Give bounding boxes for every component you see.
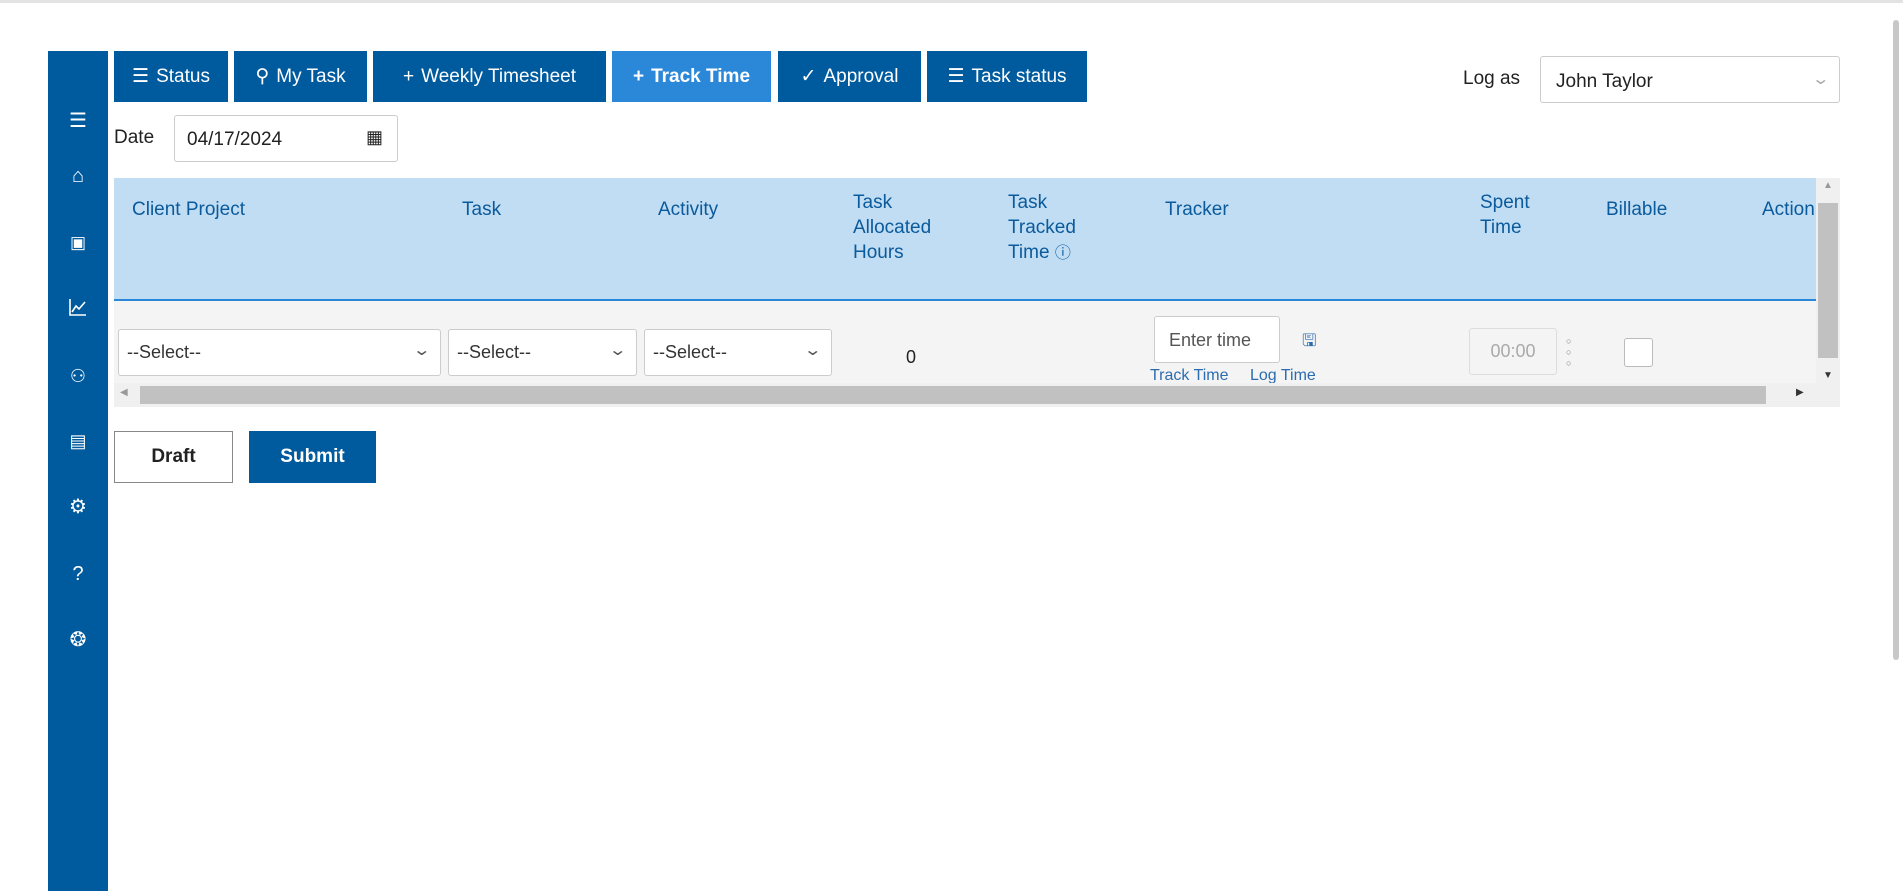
calendar-icon[interactable]: ▦ bbox=[366, 127, 383, 148]
approval-button[interactable]: ✓ Approval bbox=[778, 51, 921, 102]
checklist-icon: ☰ bbox=[947, 66, 965, 87]
billing-icon[interactable]: ❂ bbox=[48, 628, 108, 652]
submit-button[interactable]: Submit bbox=[249, 431, 376, 483]
log-as-select[interactable]: John Taylor ⌄ bbox=[1540, 56, 1840, 103]
info-icon[interactable]: ⓘ bbox=[1055, 245, 1071, 262]
spent-time-input[interactable]: 00:00 bbox=[1469, 328, 1557, 375]
header-task: Task bbox=[462, 199, 502, 220]
weekly-timesheet-button[interactable]: + Weekly Timesheet bbox=[373, 51, 606, 102]
gear-icon[interactable]: ⚙ bbox=[48, 495, 108, 519]
task-select[interactable]: --Select-- ⌄ bbox=[448, 329, 637, 376]
status-button[interactable]: ☰ Status bbox=[114, 51, 228, 102]
track-time-tab[interactable]: + Track Time bbox=[612, 51, 771, 102]
person-icon: ⚲ bbox=[255, 66, 270, 87]
activity-select[interactable]: --Select-- ⌄ bbox=[644, 329, 832, 376]
report-icon[interactable]: ▤ bbox=[48, 429, 108, 453]
header-spent-time: Spent Time bbox=[1480, 192, 1530, 238]
top-border bbox=[0, 0, 1903, 3]
chevron-down-icon: ⌄ bbox=[411, 342, 431, 359]
chevron-down-icon: ⌄ bbox=[607, 342, 627, 359]
help-icon[interactable]: ? bbox=[48, 562, 108, 586]
page-scrollbar[interactable] bbox=[1893, 20, 1899, 660]
table-header: Client Project Task Activity Task Allocat… bbox=[114, 178, 1816, 301]
log-as-label: Log as bbox=[1463, 68, 1521, 89]
vertical-scrollbar[interactable]: ▲ ▼ bbox=[1816, 178, 1840, 383]
header-activity: Activity bbox=[658, 199, 719, 220]
date-input[interactable]: 04/17/2024 ▦ bbox=[174, 115, 398, 162]
user-settings-icon[interactable]: ⚇ bbox=[48, 364, 108, 388]
header-action: Action bbox=[1762, 199, 1815, 220]
home-icon[interactable]: ⌂ bbox=[48, 164, 108, 188]
draft-button[interactable]: Draft bbox=[114, 431, 233, 483]
more-options-icon[interactable]: ○ ○ ○ bbox=[1566, 336, 1574, 369]
header-billable: Billable bbox=[1606, 199, 1668, 220]
header-tracker: Tracker bbox=[1165, 199, 1229, 220]
billable-checkbox[interactable] bbox=[1624, 338, 1653, 367]
chevron-down-icon: ⌄ bbox=[1810, 71, 1830, 88]
date-label: Date bbox=[114, 127, 155, 148]
chevron-down-icon: ⌄ bbox=[802, 342, 822, 359]
header-tracked-time: Task Tracked Time ⓘ bbox=[1008, 192, 1076, 263]
allocated-hours-value: 0 bbox=[906, 347, 917, 367]
client-project-select[interactable]: --Select-- ⌄ bbox=[118, 329, 441, 376]
check-icon: ✓ bbox=[800, 66, 817, 87]
task-status-button[interactable]: ☰ Task status bbox=[927, 51, 1087, 102]
menu-icon[interactable]: ☰ bbox=[48, 109, 108, 133]
my-task-button[interactable]: ⚲ My Task bbox=[234, 51, 367, 102]
timesheet-icon[interactable]: ▣ bbox=[48, 231, 108, 255]
header-client-project: Client Project bbox=[132, 199, 245, 220]
plus-icon: + bbox=[403, 65, 415, 87]
chart-icon[interactable] bbox=[48, 297, 108, 323]
save-icon[interactable]: 🖫 bbox=[1302, 328, 1316, 357]
checklist-icon: ☰ bbox=[132, 66, 150, 87]
header-allocated-hours: Task Allocated Hours bbox=[853, 192, 932, 263]
horizontal-scrollbar[interactable]: ◀ ▶ bbox=[114, 383, 1840, 407]
plus-icon: + bbox=[632, 65, 645, 87]
tracker-input[interactable]: Enter time bbox=[1154, 316, 1280, 363]
sidebar: ☰ ⌂ ▣ ⚇ ▤ ⚙ ? ❂ bbox=[48, 51, 108, 891]
